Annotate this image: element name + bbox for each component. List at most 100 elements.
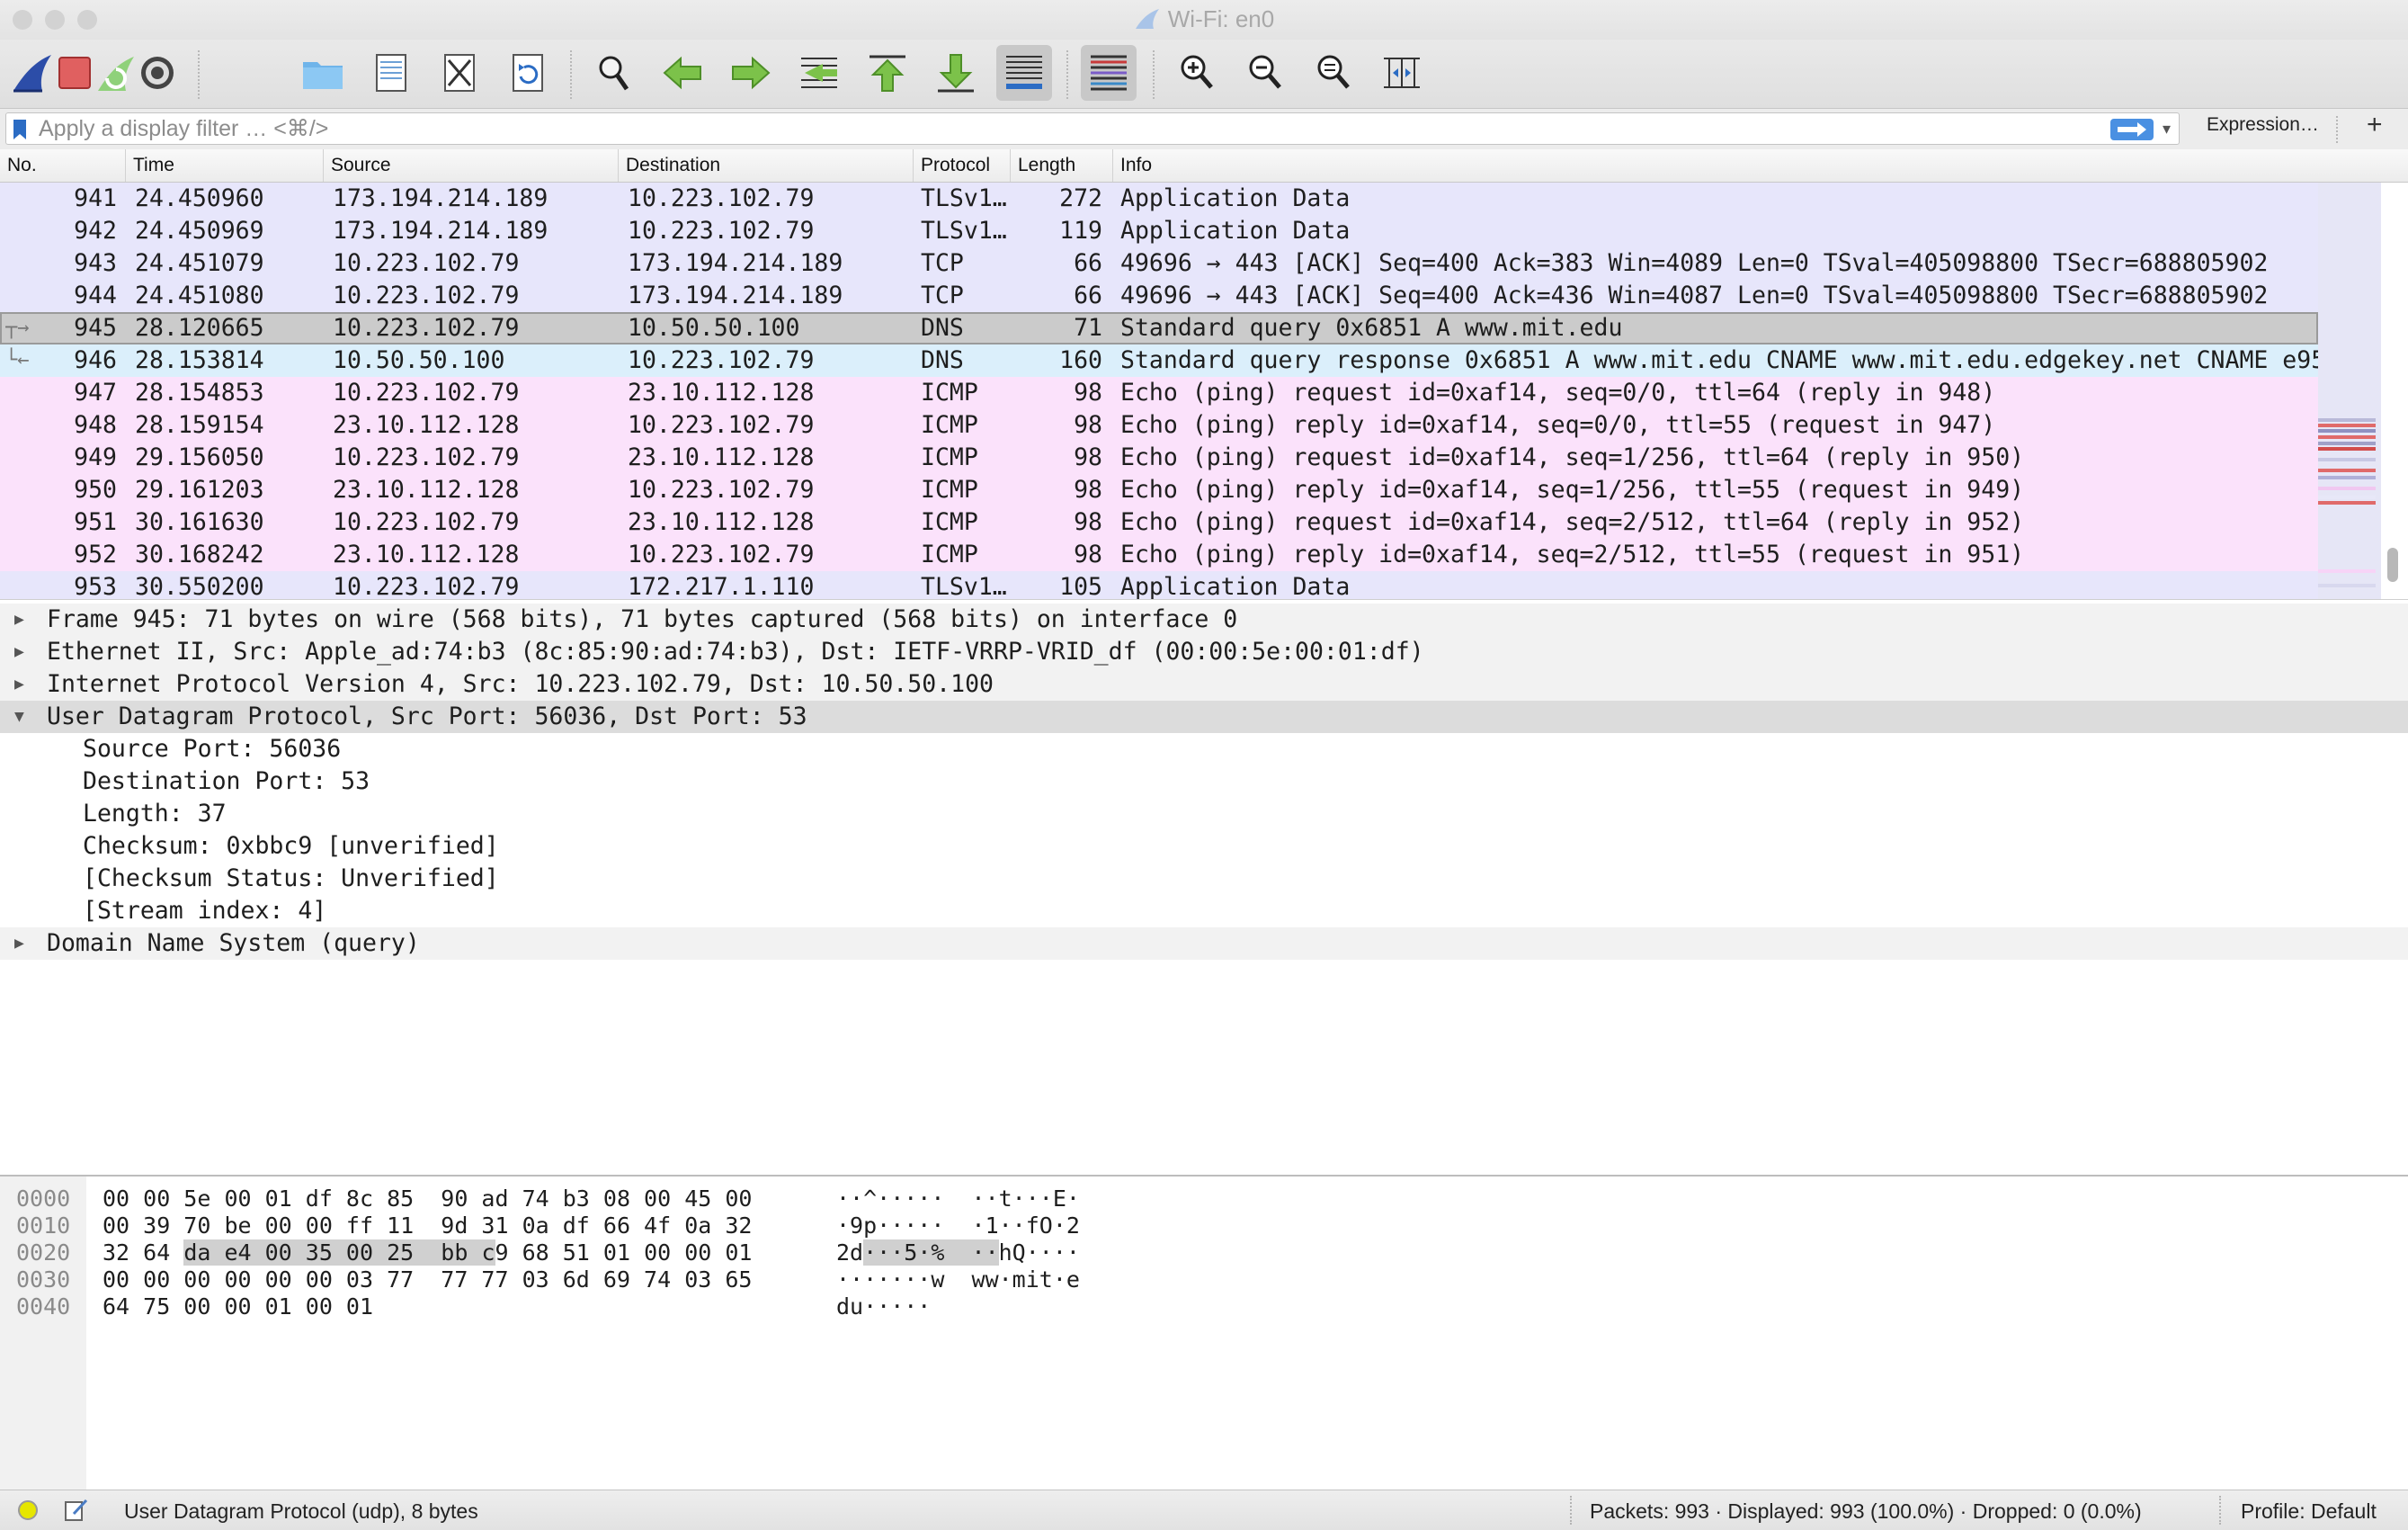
tree-item-dns[interactable]: ▶ Domain Name System (query) xyxy=(0,927,2408,960)
packet-row[interactable]: 948 28.159154 23.10.112.128 10.223.102.79 IC… xyxy=(0,409,2318,442)
expand-arrow-icon[interactable]: ▶ xyxy=(14,668,24,701)
tree-item-ip[interactable]: ▶ Internet Protocol Version 4, Src: 10.2… xyxy=(0,668,2408,701)
packet-source: 23.10.112.128 xyxy=(333,411,520,439)
apply-filter-button[interactable] xyxy=(2110,119,2154,140)
capture-options-button[interactable] xyxy=(129,45,185,101)
column-header-info[interactable]: Info xyxy=(1113,149,2408,182)
reload-file-button[interactable] xyxy=(500,45,556,101)
resize-columns-button[interactable] xyxy=(1374,45,1430,101)
add-filter-button[interactable]: + xyxy=(2367,110,2383,140)
packet-no: 952 xyxy=(74,541,117,568)
open-file-button[interactable] xyxy=(295,45,351,101)
packet-row[interactable]: 946 28.153814 10.50.50.100 10.223.102.79 DNS… xyxy=(0,344,2318,377)
hex-bytes[interactable]: 00 39 70 be 00 00 ff 11 9d 31 0a df 66 4… xyxy=(103,1212,752,1239)
column-header-protocol[interactable]: Protocol xyxy=(914,149,1011,182)
packet-info: Application Data xyxy=(1120,217,1351,245)
packet-info: Echo (ping) request id=0xaf14, seq=0/0, … xyxy=(1120,379,1996,407)
go-forward-button[interactable] xyxy=(723,45,779,101)
packet-row[interactable]: 947 28.154853 10.223.102.79 23.10.112.128 IC… xyxy=(0,377,2318,409)
save-file-button[interactable] xyxy=(363,45,419,101)
filter-history-dropdown[interactable]: ▾ xyxy=(2163,120,2171,139)
hex-bytes[interactable]: 00 00 5e 00 01 df 8c 85 90 ad 74 b3 08 0… xyxy=(103,1186,752,1212)
packet-protocol: ICMP xyxy=(921,508,978,536)
ascii-bytes[interactable]: ·······w ww·mit·e xyxy=(836,1266,1080,1293)
normal-size-button[interactable] xyxy=(1306,45,1361,101)
display-filter-input[interactable] xyxy=(39,114,2089,143)
minimap-stripe xyxy=(2318,569,2376,573)
packet-minimap[interactable] xyxy=(2318,183,2381,599)
hex-dump-row[interactable]: 0030 00 00 00 00 00 00 03 77 77 77 03 6d … xyxy=(0,1266,1169,1293)
packet-row[interactable]: 951 30.161630 10.223.102.79 23.10.112.128 IC… xyxy=(0,506,2318,539)
go-last-packet-button[interactable] xyxy=(928,45,984,101)
close-file-button[interactable] xyxy=(432,45,487,101)
hex-dump-row[interactable]: 0020 32 64 da e4 00 35 00 25 bb c9 68 51 … xyxy=(0,1239,1169,1266)
expand-arrow-icon[interactable]: ▶ xyxy=(14,604,24,636)
packet-row[interactable]: 944 24.451080 10.223.102.79 173.194.214.189… xyxy=(0,280,2318,312)
zoom-out-button[interactable] xyxy=(1237,45,1293,101)
colorize-button[interactable] xyxy=(1081,45,1137,101)
hex-bytes[interactable]: 32 64 da e4 00 35 00 25 bb c9 68 51 01 0… xyxy=(103,1239,752,1266)
column-header-time[interactable]: Time xyxy=(126,149,324,182)
capture-comment-icon[interactable] xyxy=(63,1498,90,1523)
ascii-bytes[interactable]: ·9p····· ·1··fO·2 xyxy=(836,1212,1080,1239)
packet-row[interactable]: 941 24.450960 173.194.214.189 10.223.102.79… xyxy=(0,183,2318,215)
packet-list-scrollbar[interactable] xyxy=(2387,548,2398,582)
packet-info: 49696 → 443 [ACK] Seq=400 Ack=436 Win=40… xyxy=(1120,282,2269,309)
hex-bytes[interactable]: 00 00 00 00 00 00 03 77 77 77 03 6d 69 7… xyxy=(103,1266,752,1293)
packet-row[interactable]: 943 24.451079 10.223.102.79 173.194.214.189… xyxy=(0,247,2318,280)
tree-item-udp[interactable]: ▼ User Datagram Protocol, Src Port: 5603… xyxy=(0,701,2408,733)
collapse-arrow-icon[interactable]: ▼ xyxy=(14,701,24,733)
packet-length: 98 xyxy=(1074,476,1102,504)
packet-row[interactable]: 942 24.450969 173.194.214.189 10.223.102.79… xyxy=(0,215,2318,247)
column-header-destination[interactable]: Destination xyxy=(619,149,914,182)
tree-field-source-port[interactable]: Source Port: 56036 xyxy=(0,733,2408,765)
packet-row[interactable]: 953 30.550200 10.223.102.79 172.217.1.110 TL… xyxy=(0,571,2318,599)
expand-arrow-icon[interactable]: ▶ xyxy=(14,636,24,668)
filter-box: ▾ xyxy=(5,112,2180,145)
expression-button[interactable]: Expression… xyxy=(2207,114,2319,136)
go-first-packet-button[interactable] xyxy=(860,45,915,101)
tree-field-length[interactable]: Length: 37 xyxy=(0,798,2408,830)
packet-row[interactable]: 949 29.156050 10.223.102.79 23.10.112.128 IC… xyxy=(0,442,2318,474)
expert-info-light-icon[interactable] xyxy=(18,1500,38,1520)
related-packet-icon: ┬→ xyxy=(5,317,30,339)
packet-row[interactable]: 950 29.161203 23.10.112.128 10.223.102.79 IC… xyxy=(0,474,2318,506)
auto-scroll-button[interactable] xyxy=(996,45,1052,101)
packet-destination: 23.10.112.128 xyxy=(628,508,815,536)
save-document-icon xyxy=(376,54,406,92)
column-header-source[interactable]: Source xyxy=(324,149,619,182)
packet-list: No. Time Source Destination Protocol Len… xyxy=(0,149,2408,599)
packet-info: Echo (ping) request id=0xaf14, seq=1/256… xyxy=(1120,443,2025,471)
tree-item-label: Internet Protocol Version 4, Src: 10.223… xyxy=(47,670,994,698)
packet-no: 942 xyxy=(74,217,117,245)
packet-info: Standard query 0x6851 A www.mit.edu xyxy=(1120,314,1623,342)
tree-item-ethernet[interactable]: ▶ Ethernet II, Src: Apple_ad:74:b3 (8c:8… xyxy=(0,636,2408,668)
expand-arrow-icon[interactable]: ▶ xyxy=(14,927,24,960)
column-header-length[interactable]: Length xyxy=(1011,149,1113,182)
status-separator xyxy=(2219,1496,2221,1525)
zoom-in-button[interactable] xyxy=(1169,45,1225,101)
tree-item-frame[interactable]: ▶ Frame 945: 71 bytes on wire (568 bits)… xyxy=(0,604,2408,636)
ascii-bytes[interactable]: ··^····· ··t···E· xyxy=(836,1186,1080,1212)
ascii-bytes[interactable]: du····· xyxy=(836,1293,931,1320)
tree-field-destination-port[interactable]: Destination Port: 53 xyxy=(0,765,2408,798)
ascii-bytes[interactable]: 2d···5·% ··hQ···· xyxy=(836,1239,1080,1266)
hex-dump-row[interactable]: 0010 00 39 70 be 00 00 ff 11 9d 31 0a df … xyxy=(0,1212,1169,1239)
packet-row[interactable]: 945 28.120665 10.223.102.79 10.50.50.100 DNS… xyxy=(0,312,2318,344)
tree-field-checksum[interactable]: Checksum: 0xbbc9 [unverified] xyxy=(0,830,2408,863)
packet-protocol: TCP xyxy=(921,282,964,309)
packet-row[interactable]: 952 30.168242 23.10.112.128 10.223.102.79 IC… xyxy=(0,539,2318,571)
hex-dump-row[interactable]: 0000 00 00 5e 00 01 df 8c 85 90 ad 74 b3 … xyxy=(0,1186,1169,1212)
profile-indicator[interactable]: Profile: Default xyxy=(2241,1499,2377,1524)
hex-dump-row[interactable]: 0040 64 75 00 00 01 00 01 du····· xyxy=(0,1293,1169,1320)
find-packet-button[interactable] xyxy=(586,45,642,101)
tree-field-stream-index[interactable]: [Stream index: 4] xyxy=(0,895,2408,927)
tree-field-label: Source Port: 56036 xyxy=(83,735,342,763)
go-to-packet-button[interactable] xyxy=(791,45,847,101)
column-header-no[interactable]: No. xyxy=(0,149,126,182)
tree-field-checksum-status[interactable]: [Checksum Status: Unverified] xyxy=(0,863,2408,895)
bookmark-icon[interactable] xyxy=(12,119,28,140)
go-back-button[interactable] xyxy=(655,45,710,101)
packet-destination: 10.223.102.79 xyxy=(628,346,815,374)
hex-bytes[interactable]: 64 75 00 00 01 00 01 xyxy=(103,1293,373,1320)
